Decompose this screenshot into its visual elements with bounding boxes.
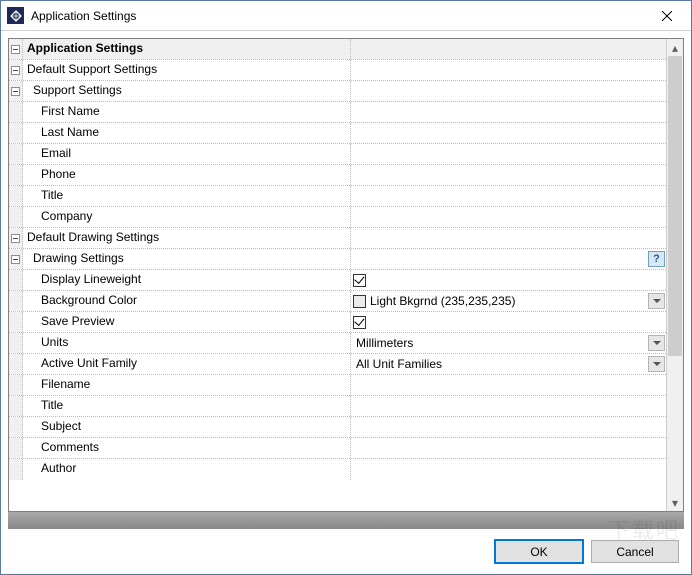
row-label: Company xyxy=(23,207,351,227)
section-application-settings[interactable]: Application Settings xyxy=(9,39,666,60)
row-label: Support Settings xyxy=(23,81,351,101)
collapse-icon[interactable] xyxy=(11,255,20,264)
collapse-icon[interactable] xyxy=(11,234,20,243)
row-default-support-settings[interactable]: Default Support Settings xyxy=(9,60,666,81)
dropdown-arrow-icon[interactable] xyxy=(648,356,665,372)
vertical-scrollbar[interactable]: ▴ ▾ xyxy=(666,39,683,511)
row-email[interactable]: Email xyxy=(9,144,666,165)
row-label: Phone xyxy=(23,165,351,185)
row-label: Last Name xyxy=(23,123,351,143)
row-company[interactable]: Company xyxy=(9,207,666,228)
row-units[interactable]: Units Millimeters xyxy=(9,333,666,354)
status-bar xyxy=(8,512,684,529)
row-drawing-settings[interactable]: Drawing Settings ? xyxy=(9,249,666,270)
row-label: Background Color xyxy=(23,291,351,311)
row-save-preview[interactable]: Save Preview xyxy=(9,312,666,333)
row-label: First Name xyxy=(23,102,351,122)
value-cell[interactable] xyxy=(351,102,666,122)
row-phone[interactable]: Phone xyxy=(9,165,666,186)
dropdown-arrow-icon[interactable] xyxy=(648,335,665,351)
value-cell[interactable] xyxy=(351,186,666,206)
row-label: Filename xyxy=(23,375,351,395)
collapse-icon[interactable] xyxy=(11,66,20,75)
section-label: Application Settings xyxy=(23,39,351,59)
row-last-name[interactable]: Last Name xyxy=(9,123,666,144)
title-bar: Application Settings xyxy=(1,1,691,31)
row-author[interactable]: Author xyxy=(9,459,666,480)
collapse-icon[interactable] xyxy=(11,45,20,54)
scroll-up-icon[interactable]: ▴ xyxy=(667,39,683,56)
row-label: Title xyxy=(23,186,351,206)
value-cell[interactable] xyxy=(351,396,666,416)
checkbox-save-preview[interactable] xyxy=(353,316,366,329)
value-cell[interactable] xyxy=(351,123,666,143)
row-subject[interactable]: Subject xyxy=(9,417,666,438)
client-area: Application Settings Default Support Set… xyxy=(1,31,691,529)
row-label: Drawing Settings xyxy=(23,249,351,269)
value-text: All Unit Families xyxy=(353,357,442,371)
value-cell[interactable] xyxy=(351,438,666,458)
help-button[interactable]: ? xyxy=(648,251,665,267)
row-label: Default Support Settings xyxy=(23,60,351,80)
row-label: Subject xyxy=(23,417,351,437)
window-title: Application Settings xyxy=(31,9,647,23)
value-cell[interactable] xyxy=(351,165,666,185)
checkbox-display-lineweight[interactable] xyxy=(353,274,366,287)
value-cell[interactable] xyxy=(351,207,666,227)
row-first-name[interactable]: First Name xyxy=(9,102,666,123)
row-label: Comments xyxy=(23,438,351,458)
cancel-button[interactable]: Cancel xyxy=(591,540,679,563)
row-label: Display Lineweight xyxy=(23,270,351,290)
row-comments[interactable]: Comments xyxy=(9,438,666,459)
row-label: Email xyxy=(23,144,351,164)
color-swatch xyxy=(353,295,366,308)
dropdown-arrow-icon[interactable] xyxy=(648,293,665,309)
row-active-unit-family[interactable]: Active Unit Family All Unit Families xyxy=(9,354,666,375)
row-drawing-title[interactable]: Title xyxy=(9,396,666,417)
close-button[interactable] xyxy=(647,3,687,29)
value-cell[interactable] xyxy=(351,459,666,480)
scroll-thumb[interactable] xyxy=(668,56,682,356)
app-icon xyxy=(7,7,24,24)
property-grid: Application Settings Default Support Set… xyxy=(8,38,684,512)
row-filename[interactable]: Filename xyxy=(9,375,666,396)
row-default-drawing-settings[interactable]: Default Drawing Settings xyxy=(9,228,666,249)
row-label: Title xyxy=(23,396,351,416)
value-cell[interactable] xyxy=(351,417,666,437)
ok-button[interactable]: OK xyxy=(495,540,583,563)
collapse-icon[interactable] xyxy=(11,87,20,96)
value-cell[interactable] xyxy=(351,144,666,164)
value-text: Light Bkgrnd (235,235,235) xyxy=(370,294,515,308)
value-cell[interactable] xyxy=(351,375,666,395)
row-title[interactable]: Title xyxy=(9,186,666,207)
row-label: Author xyxy=(23,459,351,480)
row-background-color[interactable]: Background Color Light Bkgrnd (235,235,2… xyxy=(9,291,666,312)
row-label: Default Drawing Settings xyxy=(23,228,351,248)
row-label: Active Unit Family xyxy=(23,354,351,374)
row-support-settings[interactable]: Support Settings xyxy=(9,81,666,102)
row-label: Save Preview xyxy=(23,312,351,332)
row-label: Units xyxy=(23,333,351,353)
dialog-buttons: OK Cancel xyxy=(1,529,691,574)
row-display-lineweight[interactable]: Display Lineweight xyxy=(9,270,666,291)
scroll-down-icon[interactable]: ▾ xyxy=(667,494,683,511)
value-text: Millimeters xyxy=(353,336,413,350)
